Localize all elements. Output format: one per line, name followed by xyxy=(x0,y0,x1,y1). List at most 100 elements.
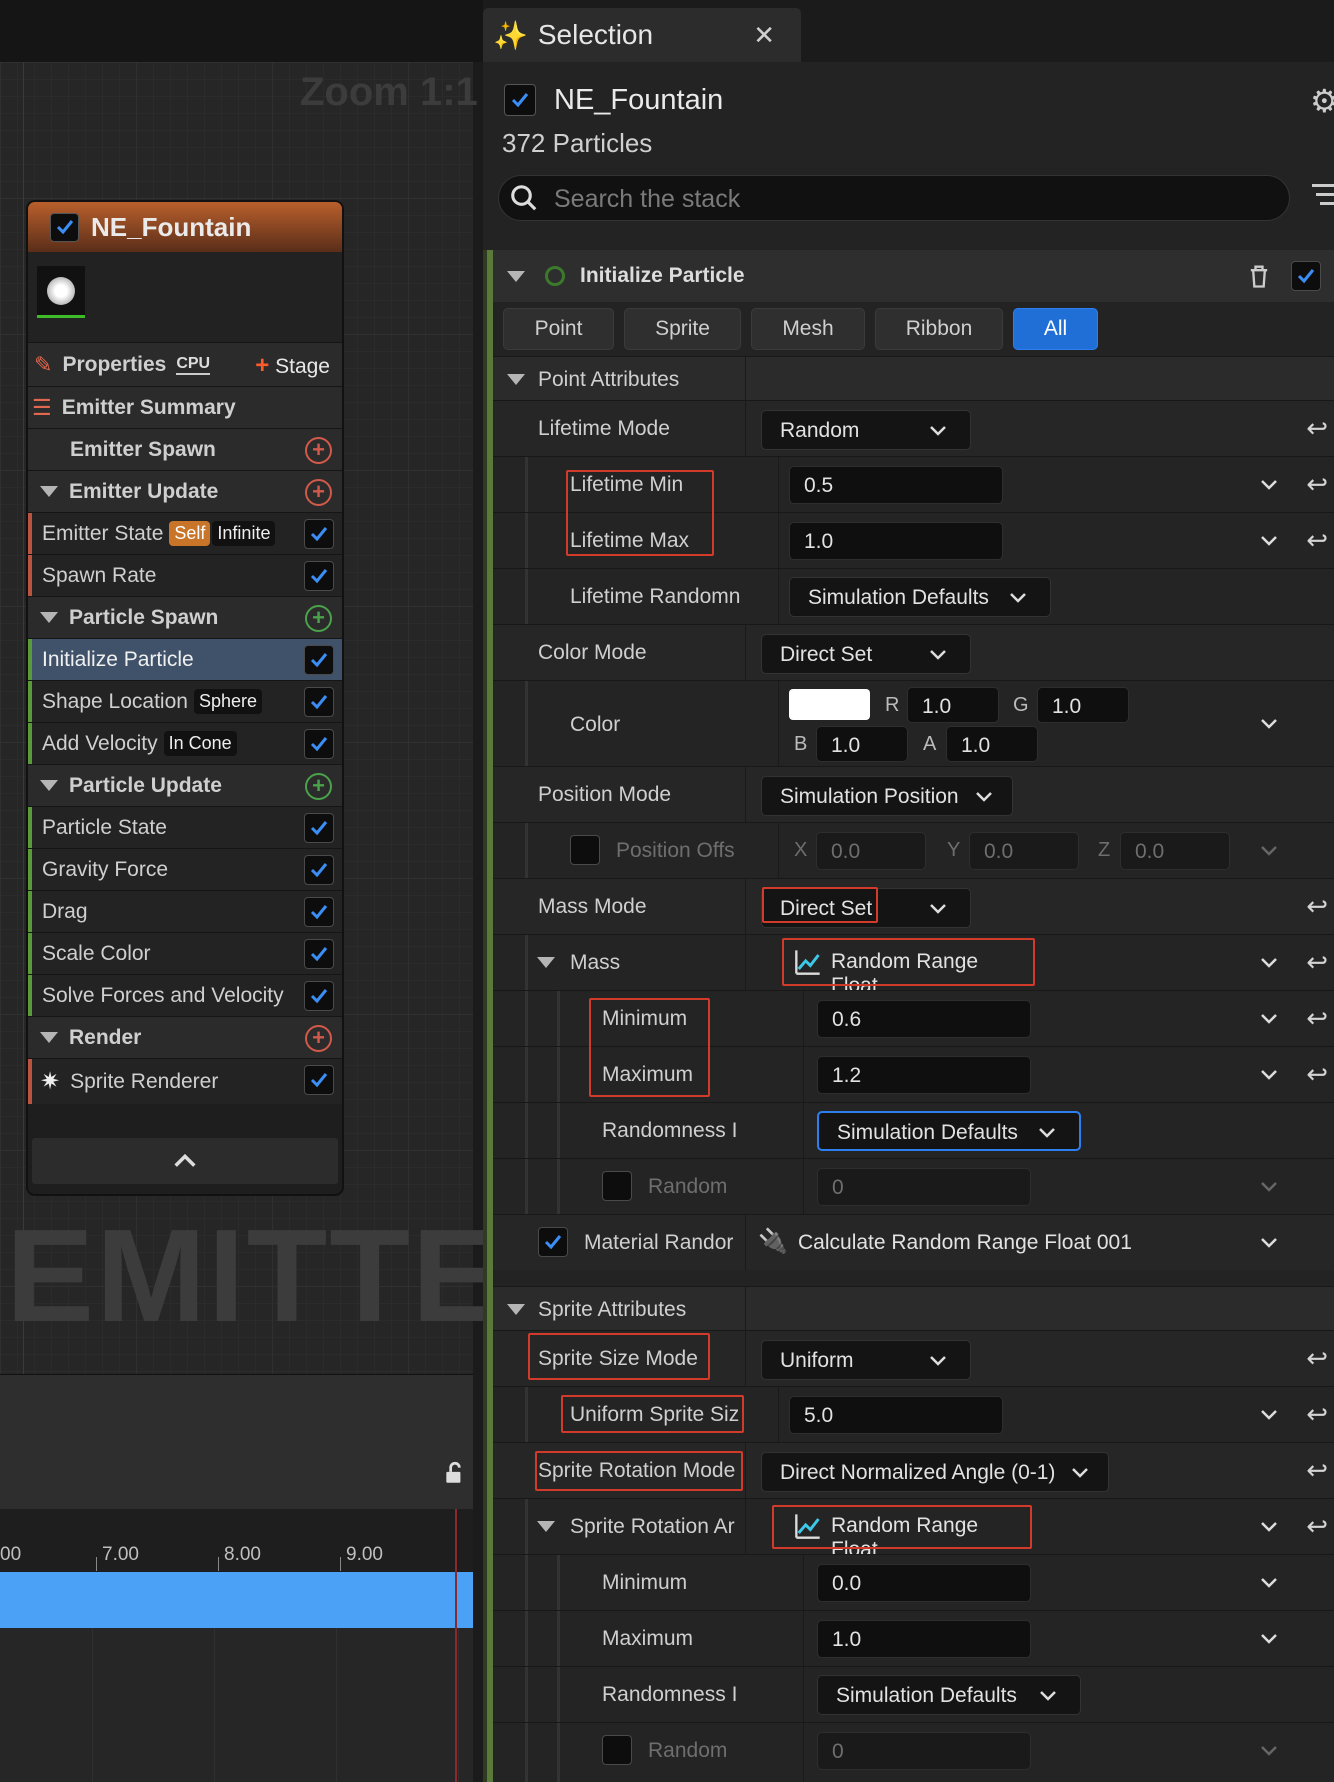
spawn-rate-module[interactable]: Spawn Rate xyxy=(28,554,342,596)
position-mode-dropdown[interactable]: Simulation Position xyxy=(761,776,1013,816)
chevron-down-icon[interactable] xyxy=(1259,531,1279,551)
trash-icon[interactable] xyxy=(1245,262,1273,290)
lifetime-min-input[interactable]: 0.5 xyxy=(789,466,1003,504)
collapse-icon[interactable] xyxy=(507,271,525,282)
shape-location-module[interactable]: Shape Location Sphere xyxy=(28,680,342,722)
reset-icon[interactable]: ↩ xyxy=(1306,1399,1328,1430)
reset-icon[interactable]: ↩ xyxy=(1306,1455,1328,1486)
material-random-checkbox[interactable] xyxy=(538,1227,568,1257)
chevron-down-icon[interactable] xyxy=(1259,841,1279,861)
pos-x-input[interactable]: 0.0 xyxy=(816,832,926,870)
filter-menu-icon[interactable] xyxy=(1312,184,1334,205)
particle-state-module[interactable]: Particle State xyxy=(28,806,342,848)
initialize-particle-module[interactable]: Initialize Particle xyxy=(28,638,342,680)
timeline-track-area[interactable] xyxy=(0,1628,473,1782)
module-enabled-checkbox[interactable] xyxy=(1291,261,1321,291)
emitter-state-checkbox[interactable] xyxy=(304,519,334,549)
lifetime-randomness-dropdown[interactable]: Simulation Defaults xyxy=(789,577,1051,617)
collapse-icon[interactable] xyxy=(507,1304,525,1315)
timeline-playhead[interactable] xyxy=(455,1509,457,1782)
mass-random-seed-input[interactable]: 0 xyxy=(817,1168,1031,1206)
chevron-down-icon[interactable] xyxy=(1259,1177,1279,1197)
position-offset-checkbox[interactable] xyxy=(570,835,600,865)
settings-gear-icon[interactable]: ⚙ xyxy=(1310,82,1334,120)
lock-icon[interactable] xyxy=(442,1460,468,1491)
filter-all-button[interactable]: All xyxy=(1013,308,1098,350)
mass-random-seed-checkbox[interactable] xyxy=(602,1171,632,1201)
add-particle-update-module-button[interactable]: + xyxy=(305,773,332,800)
properties-row[interactable]: ✎ Properties CPU + Stage xyxy=(28,342,342,386)
lifetime-max-input[interactable]: 1.0 xyxy=(789,522,1003,560)
chevron-down-icon[interactable] xyxy=(1259,475,1279,495)
filter-sprite-button[interactable]: Sprite xyxy=(624,308,741,350)
sprite-renderer-item[interactable]: ✷ Sprite Renderer xyxy=(28,1058,342,1104)
add-velocity-module[interactable]: Add Velocity In Cone xyxy=(28,722,342,764)
add-particle-spawn-module-button[interactable]: + xyxy=(305,605,332,632)
reset-icon[interactable]: ↩ xyxy=(1306,1003,1328,1034)
sprite-size-mode-dropdown[interactable]: Uniform xyxy=(761,1340,971,1380)
mass-minimum-input[interactable]: 0.6 xyxy=(817,1000,1031,1038)
add-stage-button[interactable]: + Stage xyxy=(255,352,330,380)
lifetime-mode-dropdown[interactable]: Random xyxy=(761,410,971,450)
collapse-node-button[interactable] xyxy=(32,1138,338,1184)
chevron-down-icon[interactable] xyxy=(1259,1233,1279,1253)
drag-checkbox[interactable] xyxy=(304,897,334,927)
emitter-timeline-bar[interactable] xyxy=(0,1572,473,1628)
add-velocity-checkbox[interactable] xyxy=(304,729,334,759)
collapse-icon[interactable] xyxy=(40,612,58,623)
rotation-random-seed-input[interactable]: 0 xyxy=(817,1732,1031,1770)
solve-forces-checkbox[interactable] xyxy=(304,981,334,1011)
mass-maximum-input[interactable]: 1.2 xyxy=(817,1056,1031,1094)
sprite-rotation-mode-dropdown[interactable]: Direct Normalized Angle (0-1) xyxy=(761,1452,1109,1492)
rotation-random-seed-checkbox[interactable] xyxy=(602,1735,632,1765)
reset-icon[interactable]: ↩ xyxy=(1306,947,1328,978)
collapse-icon[interactable] xyxy=(40,1032,58,1043)
particle-state-checkbox[interactable] xyxy=(304,813,334,843)
color-r-input[interactable]: 1.0 xyxy=(907,687,999,723)
filter-mesh-button[interactable]: Mesh xyxy=(751,308,865,350)
sprite-renderer-checkbox[interactable] xyxy=(304,1065,334,1095)
reset-icon[interactable]: ↩ xyxy=(1306,469,1328,500)
collapse-icon[interactable] xyxy=(537,1521,555,1532)
chevron-down-icon[interactable] xyxy=(1259,1629,1279,1649)
reset-icon[interactable]: ↩ xyxy=(1306,1059,1328,1090)
search-input[interactable]: Search the stack xyxy=(554,185,740,214)
uniform-sprite-size-input[interactable]: 5.0 xyxy=(789,1396,1003,1434)
collapse-icon[interactable] xyxy=(40,780,58,791)
point-attributes-header[interactable]: Point Attributes xyxy=(493,356,1334,400)
emitter-spawn-row[interactable]: Emitter Spawn + xyxy=(28,428,342,470)
color-a-input[interactable]: 1.0 xyxy=(946,726,1038,762)
color-swatch[interactable] xyxy=(789,689,870,720)
rotation-maximum-input[interactable]: 1.0 xyxy=(817,1620,1031,1658)
emitter-enabled-checkbox[interactable] xyxy=(504,84,536,116)
add-renderer-button[interactable]: + xyxy=(305,1025,332,1052)
particle-update-row[interactable]: Particle Update + xyxy=(28,764,342,806)
filter-point-button[interactable]: Point xyxy=(503,308,614,350)
color-g-input[interactable]: 1.0 xyxy=(1037,687,1129,723)
render-row[interactable]: Render + xyxy=(28,1016,342,1058)
material-random-link[interactable]: Calculate Random Range Float 001 xyxy=(798,1231,1132,1255)
emitter-summary-row[interactable]: ☰ Emitter Summary xyxy=(28,386,342,428)
search-stack-bar[interactable]: Search the stack xyxy=(498,175,1290,221)
reset-icon[interactable]: ↩ xyxy=(1306,525,1328,556)
chevron-down-icon[interactable] xyxy=(1259,1009,1279,1029)
emitter-update-row[interactable]: Emitter Update + xyxy=(28,470,342,512)
emitter-node-header[interactable]: NE_Fountain xyxy=(28,202,342,252)
close-tab-button[interactable]: ✕ xyxy=(753,20,775,51)
reset-icon[interactable]: ↩ xyxy=(1306,891,1328,922)
reset-icon[interactable]: ↩ xyxy=(1306,1511,1328,1542)
scale-color-checkbox[interactable] xyxy=(304,939,334,969)
chevron-down-icon[interactable] xyxy=(1259,953,1279,973)
gravity-force-checkbox[interactable] xyxy=(304,855,334,885)
shape-location-checkbox[interactable] xyxy=(304,687,334,717)
pos-y-input[interactable]: 0.0 xyxy=(969,832,1079,870)
chevron-down-icon[interactable] xyxy=(1259,1741,1279,1761)
filter-ribbon-button[interactable]: Ribbon xyxy=(875,308,1003,350)
color-mode-dropdown[interactable]: Direct Set xyxy=(761,634,971,674)
add-emitter-spawn-module-button[interactable]: + xyxy=(305,437,332,464)
rotation-minimum-input[interactable]: 0.0 xyxy=(817,1564,1031,1602)
chevron-down-icon[interactable] xyxy=(1259,1405,1279,1425)
chevron-down-icon[interactable] xyxy=(1259,1065,1279,1085)
emitter-enable-checkbox[interactable] xyxy=(50,212,79,242)
solve-forces-module[interactable]: Solve Forces and Velocity xyxy=(28,974,342,1016)
